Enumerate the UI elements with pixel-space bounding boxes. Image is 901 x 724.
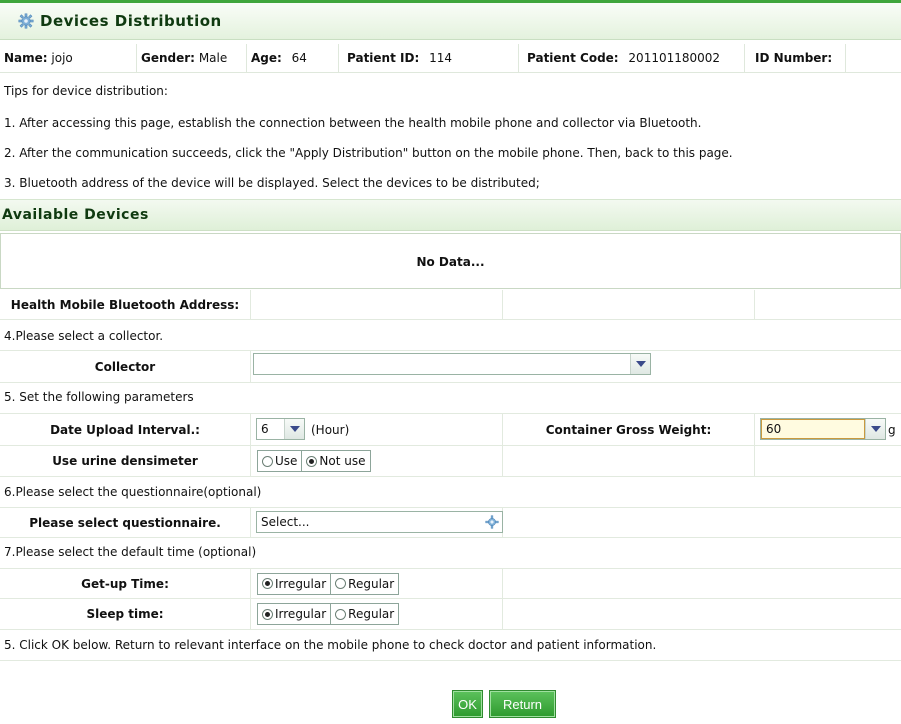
upload-interval-label: Date Upload Interval.:: [0, 414, 251, 445]
patient-code-value: 201101180002: [628, 51, 721, 65]
radio-circle-selected[interactable]: [262, 578, 273, 589]
bluetooth-value-1: [251, 290, 503, 319]
densimeter-use-radio[interactable]: Use: [257, 450, 303, 472]
tips-heading: Tips for device distribution:: [4, 84, 168, 98]
gear-icon[interactable]: [482, 515, 502, 529]
sleep-options: Irregular Regular: [251, 599, 503, 629]
tip-line-1: 1. After accessing this page, establish …: [4, 116, 702, 130]
gross-weight-select[interactable]: 60: [760, 418, 886, 440]
densimeter-use-label: Use: [275, 454, 298, 468]
gender-value: Male: [198, 51, 228, 65]
getup-regular-radio[interactable]: Regular: [331, 572, 400, 595]
gender-label: Gender:: [141, 51, 195, 65]
tip-line-2: 2. After the communication succeeds, cli…: [4, 146, 733, 160]
chevron-down-icon[interactable]: [284, 419, 304, 439]
default-time-step: 7.Please select the default time (option…: [4, 545, 257, 559]
gross-weight-label: Container Gross Weight:: [503, 414, 755, 445]
age-value: 64: [291, 51, 307, 65]
radio-circle-selected[interactable]: [262, 608, 273, 620]
name-label: Name:: [4, 51, 48, 65]
radio-circle[interactable]: [335, 578, 347, 589]
upload-interval-unit: (Hour): [311, 423, 350, 437]
questionnaire-select[interactable]: Select...: [256, 511, 503, 533]
questionnaire-step: 6.Please select the questionnaire(option…: [4, 485, 262, 499]
densimeter-empty-1: [503, 446, 755, 476]
footer-divider: [0, 660, 901, 661]
chevron-down-icon[interactable]: [630, 354, 650, 374]
getup-options: Irregular Regular: [251, 569, 503, 598]
id-number-label: ID Number:: [755, 51, 833, 65]
radio-circle[interactable]: [262, 455, 273, 467]
getup-label: Get-up Time:: [0, 569, 251, 598]
title-bar: Devices Distribution: [0, 0, 901, 40]
patient-code-cell: Patient Code: 201101180002: [519, 44, 745, 73]
name-value: jojo: [51, 51, 73, 65]
tip-line-3: 3. Bluetooth address of the device will …: [4, 176, 540, 190]
densimeter-label: Use urine densimeter: [0, 446, 251, 476]
name-cell: Name: jojo: [0, 44, 137, 73]
bluetooth-row: Health Mobile Bluetooth Address:: [0, 290, 901, 320]
gear-icon: [18, 13, 34, 29]
sleep-regular-radio[interactable]: Regular: [331, 603, 400, 625]
questionnaire-value: Select...: [261, 515, 310, 529]
patient-info-bar: Name: jojo Gender: Male Age: 64 Patient …: [0, 44, 901, 73]
page-title: Devices Distribution: [40, 12, 222, 30]
getup-row: Get-up Time: Irregular Regular: [0, 568, 901, 599]
patient-id-cell: Patient ID: 114: [339, 44, 519, 73]
patient-id-label: Patient ID:: [347, 51, 420, 65]
bluetooth-value-2: [503, 290, 755, 319]
radio-circle-selected[interactable]: [306, 455, 318, 467]
getup-regular-label: Regular: [348, 576, 395, 591]
available-devices-header: Available Devices: [0, 199, 901, 231]
collector-step: 4.Please select a collector.: [4, 329, 164, 343]
age-label: Age:: [251, 51, 282, 65]
densimeter-options: Use Not use: [251, 446, 503, 476]
densimeter-notuse-radio[interactable]: Not use: [302, 450, 371, 472]
gross-weight-value[interactable]: 60: [761, 419, 865, 439]
id-number-cell: ID Number:: [745, 44, 846, 73]
collector-select[interactable]: [253, 353, 651, 375]
parameters-step: 5. Set the following parameters: [4, 390, 194, 404]
sleep-label: Sleep time:: [0, 599, 251, 629]
collector-label: Collector: [0, 351, 251, 382]
gross-weight-unit: g: [888, 423, 896, 437]
age-cell: Age: 64: [247, 44, 339, 73]
patient-code-label: Patient Code:: [527, 51, 619, 65]
sleep-regular-label: Regular: [348, 607, 395, 621]
densimeter-notuse-label: Not use: [319, 454, 366, 468]
radio-circle[interactable]: [335, 608, 347, 620]
questionnaire-label: Please select questionnaire.: [0, 508, 251, 537]
getup-irregular-radio[interactable]: Irregular: [257, 572, 332, 595]
return-button[interactable]: Return: [489, 690, 556, 718]
upload-interval-select[interactable]: 6: [256, 418, 305, 440]
patient-id-value: 114: [429, 51, 452, 65]
gender-cell: Gender: Male: [137, 44, 247, 73]
densimeter-row: Use urine densimeter Use Not use: [0, 446, 901, 477]
upload-interval-value: 6: [261, 422, 269, 436]
ok-button[interactable]: OK: [452, 690, 483, 718]
footer-note: 5. Click OK below. Return to relevant in…: [4, 638, 657, 652]
chevron-down-icon[interactable]: [865, 419, 885, 439]
sleep-irregular-label: Irregular: [275, 607, 327, 621]
sleep-row: Sleep time: Irregular Regular: [0, 599, 901, 630]
bluetooth-label: Health Mobile Bluetooth Address:: [0, 290, 251, 319]
sleep-irregular-radio[interactable]: Irregular: [257, 603, 332, 625]
no-data-message: No Data...: [0, 233, 901, 289]
getup-irregular-label: Irregular: [275, 576, 327, 591]
